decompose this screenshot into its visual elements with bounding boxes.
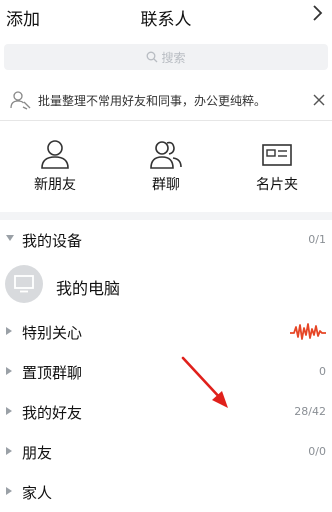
expand-right-icon	[6, 407, 12, 415]
expand-right-icon	[6, 447, 12, 455]
group-name: 朋友	[22, 444, 53, 462]
section-separator	[0, 212, 332, 220]
group-name: 置顶群聊	[22, 364, 83, 382]
divider	[0, 120, 332, 121]
group-count: 0	[319, 365, 326, 378]
group-count: 28/42	[294, 405, 326, 418]
monitor-icon	[14, 275, 34, 293]
expand-right-icon	[6, 367, 12, 375]
group-icon	[150, 141, 182, 169]
top-bar: 添加 联系人	[0, 0, 332, 34]
close-icon[interactable]	[312, 93, 326, 107]
avatar	[5, 265, 43, 303]
expand-right-icon	[6, 327, 12, 335]
chevron-right-icon[interactable]	[310, 4, 324, 22]
card-holder-label: 名片夹	[256, 177, 298, 193]
cleanup-tip[interactable]: 批量整理不常用好友和同事，办公更纯粹。	[0, 82, 332, 118]
group-friends[interactable]: 朋友 0/0	[0, 432, 332, 472]
card-icon	[262, 144, 292, 166]
quick-entries: 新朋友 群聊 名片夹	[0, 130, 332, 202]
group-chats-entry[interactable]: 群聊	[111, 130, 221, 194]
expand-down-icon	[6, 235, 14, 241]
group-chats-label: 群聊	[152, 177, 180, 193]
new-friends-label: 新朋友	[34, 177, 76, 193]
group-my-devices[interactable]: 我的设备 0/1	[0, 220, 332, 260]
group-name: 我的设备	[22, 232, 83, 250]
group-my-friends[interactable]: 我的好友 28/42	[0, 392, 332, 432]
device-my-computer[interactable]: 我的电脑	[0, 260, 332, 310]
card-holder-entry[interactable]: 名片夹	[222, 130, 332, 194]
tip-text: 批量整理不常用好友和同事，办公更纯粹。	[38, 94, 267, 108]
person-icon	[41, 140, 69, 169]
group-name: 特别关心	[22, 324, 83, 342]
person-broom-icon	[10, 91, 31, 110]
search-placeholder: 搜索	[161, 50, 186, 65]
group-pinned-chats[interactable]: 置顶群聊 0	[0, 352, 332, 392]
page-title: 联系人	[140, 10, 192, 30]
device-name: 我的电脑	[56, 279, 121, 298]
group-name: 我的好友	[22, 404, 83, 422]
new-friends-entry[interactable]: 新朋友	[0, 130, 110, 194]
group-count: 0/0	[308, 445, 326, 458]
search-icon	[147, 51, 158, 63]
annotation-arrow	[181, 356, 228, 408]
group-count: 0/1	[308, 233, 326, 246]
expand-right-icon	[6, 487, 12, 495]
group-family[interactable]: 家人	[0, 472, 332, 512]
group-special-care[interactable]: 特别关心	[0, 312, 332, 352]
search-input[interactable]: 搜索	[4, 44, 328, 70]
waveform-icon	[290, 323, 326, 340]
